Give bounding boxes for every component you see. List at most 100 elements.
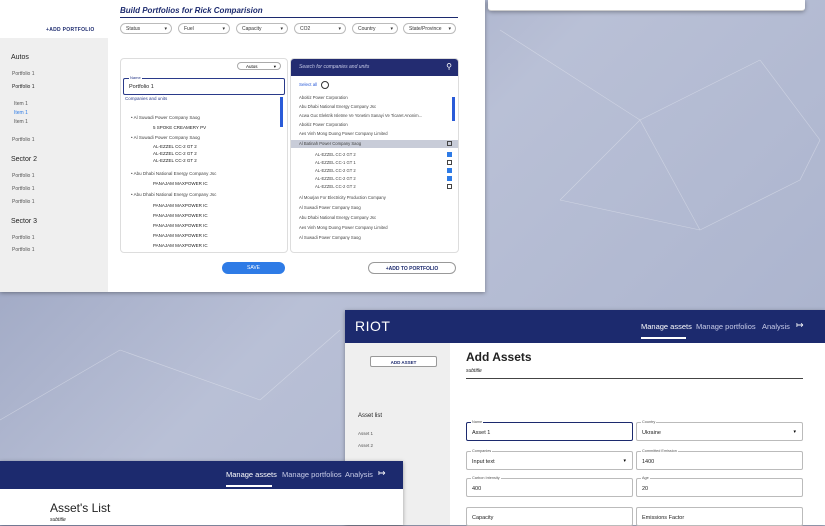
filter-capacity[interactable]: Capacity ▾ (236, 23, 288, 34)
company-row[interactable]: • Abu Dhabi National Energy Company Jsc (131, 192, 216, 197)
filter-status[interactable]: Status ▾ (120, 23, 172, 34)
checkbox-checked[interactable] (447, 168, 452, 173)
unit-row[interactable]: PANAJAM MAXPOWER IC (153, 243, 208, 248)
age-field[interactable]: Age 20 (636, 476, 803, 497)
sidebar-subitem-active[interactable]: Item 1 (14, 110, 28, 116)
select-all-radio[interactable] (321, 81, 329, 89)
committed-emission-field[interactable]: Committed Emission 1400 (636, 449, 803, 470)
search-icon[interactable]: ⚲ (446, 62, 452, 71)
unit-row[interactable]: 5 SPOKE CREAMERY PV (153, 125, 206, 130)
unit-row[interactable]: PANAJAM MAXPOWER IC (153, 223, 208, 228)
field-label: Committed Emission (641, 449, 678, 453)
sidebar-section-title: Sector 3 (11, 218, 38, 225)
unit-result-row[interactable]: AL-EZZEL CC-1 GT 1 (315, 160, 356, 165)
nav-manage-assets[interactable]: Manage assets (641, 322, 692, 331)
asset-list-item[interactable]: Asset 1 (358, 431, 373, 436)
filter-co2[interactable]: CO2 ▾ (294, 23, 346, 34)
unit-result-row[interactable]: AL-EZZEL CC-2 GT 2 (315, 168, 356, 173)
sector-select-value: Autos (246, 64, 258, 69)
checkbox[interactable] (447, 141, 452, 146)
add-to-portfolio-button[interactable]: +ADD TO PORTFOLIO (368, 262, 456, 274)
build-portfolios-window: Build Portfolios for Rick Comparision +A… (0, 0, 485, 292)
field-placeholder: Capacity (472, 515, 494, 521)
nav-manage-assets[interactable]: Manage assets (226, 470, 277, 479)
company-result-row[interactable]: Al Suwadi Power Company Saog (299, 205, 361, 210)
sector-select[interactable]: Autos ▾ (237, 62, 281, 70)
unit-row[interactable]: PANAJAM MAXPOWER IC (153, 213, 208, 218)
company-row[interactable]: • Al Suwadi Power Company Saog (131, 115, 200, 120)
company-result-row[interactable]: Al Mourjan For Electricity Production Co… (299, 195, 386, 200)
unit-row[interactable]: PANAJAM MAXPOWER IC (153, 181, 208, 186)
company-result-row[interactable]: Aboitiz Power Corporation (299, 122, 348, 127)
chevron-down-icon: ▾ (338, 26, 341, 32)
sidebar-item[interactable]: Portfolio 1 (12, 199, 35, 205)
field-label: Country (641, 420, 657, 424)
company-result-row[interactable]: Acwa Guc Elektrik Isletme Ve Yonetim San… (299, 113, 422, 118)
save-button[interactable]: SAVE (222, 262, 285, 274)
filter-fuel[interactable]: Fuel ▾ (178, 23, 230, 34)
add-asset-button[interactable]: ADD ASSET (370, 356, 437, 367)
nav-analysis[interactable]: Analysis (762, 322, 790, 331)
nav-manage-portfolios[interactable]: Manage portfolios (696, 322, 756, 331)
sidebar-item[interactable]: Portfolio 1 (12, 186, 35, 192)
company-result-row[interactable]: Aes Vinh Mong Duong Power Company Limite… (299, 131, 388, 136)
add-portfolio-button[interactable]: +ADD PORTFOLIO (46, 27, 95, 33)
unit-result-row[interactable]: AL-EZZEL CC-2 GT 2 (315, 176, 356, 181)
emissions-factor-field[interactable]: Emissions Factor (636, 507, 803, 526)
portfolio-name-field[interactable]: Name Portfolio 1 (123, 75, 285, 95)
checkbox[interactable] (447, 160, 452, 165)
sidebar-item[interactable]: Portfolio 1 (12, 173, 35, 179)
sidebar-subitem[interactable]: Item 1 (14, 119, 28, 125)
unit-row[interactable]: AL-EZZEL CC-2 GT 2 (153, 158, 197, 163)
company-row[interactable]: • Al Suwadi Power Company Saog (131, 135, 200, 140)
asset-list-title: Asset list (358, 413, 383, 419)
sidebar-subitem[interactable]: Item 1 (14, 101, 28, 107)
sidebar-item-selected[interactable]: Portfolio 1 (12, 84, 35, 90)
logout-icon[interactable]: ↦ (378, 468, 386, 479)
company-result-row[interactable]: Aes Vinh Mong Duong Power Company Limite… (299, 225, 388, 230)
sidebar-item[interactable]: Portfolio 1 (12, 247, 35, 253)
chevron-down-icon: ▾ (448, 26, 451, 32)
nav-manage-portfolios[interactable]: Manage portfolios (282, 470, 342, 479)
carbon-intensity-field[interactable]: Carbon Intensity 400 (466, 476, 633, 497)
checkbox-checked[interactable] (447, 152, 452, 157)
company-result-row[interactable]: Aboitiz Power Corporation (299, 95, 348, 100)
companies-select[interactable]: Companies Input text ▾ (466, 449, 633, 470)
country-select[interactable]: Country Ukraine ▾ (636, 420, 803, 441)
scrollbar[interactable] (452, 97, 455, 121)
unit-row[interactable]: PANAJAM MAXPOWER IC (153, 203, 208, 208)
search-header: Search for companies and units ⚲ (291, 59, 458, 76)
unit-row[interactable]: AL-EZZEL CC-2 GT 2 (153, 151, 197, 156)
filter-country[interactable]: Country ▾ (352, 23, 398, 34)
select-all-label[interactable]: Select all (299, 82, 317, 87)
field-value: Input text (472, 459, 495, 465)
logout-icon[interactable]: ↦ (796, 320, 804, 331)
capacity-field[interactable]: Capacity (466, 507, 633, 526)
sidebar-item[interactable]: Portfolio 1 (12, 235, 35, 241)
unit-result-row[interactable]: AL-EZZEL CC-2 GT 2 (315, 184, 356, 189)
unit-result-row[interactable]: AL-EZZEL CC-2 GT 2 (315, 152, 356, 157)
page-title: Build Portfolios for Rick Comparision (120, 6, 263, 15)
filter-label: Fuel (184, 26, 194, 32)
asset-list-item[interactable]: Asset 2 (358, 443, 373, 448)
sidebar-item[interactable]: Portfolio 1 (12, 137, 35, 143)
search-input[interactable]: Search for companies and units (299, 64, 369, 70)
sidebar-item[interactable]: Portfolio 1 (12, 71, 35, 77)
company-result-row[interactable]: Abu Dhabi National Energy Company Jsc (299, 215, 376, 220)
company-row[interactable]: • Abu Dhabi National Energy Company Jsc (131, 171, 216, 176)
chevron-down-icon: ▾ (390, 26, 393, 32)
top-navbar: Manage assets Manage portfolios Analysis… (0, 461, 403, 489)
company-result-row-highlighted[interactable]: Al Batinah Power Company Saog (291, 140, 458, 148)
unit-row[interactable]: PANAJAM MAXPOWER IC (153, 233, 208, 238)
company-result-row[interactable]: Abu Dhabi National Energy Company Jsc (299, 104, 376, 109)
app-logo[interactable]: RIOT (355, 318, 390, 334)
unit-row[interactable]: AL-EZZEL CC-2 GT 2 (153, 144, 197, 149)
sidebar-section-title: Sector 2 (11, 156, 38, 163)
filter-state-province[interactable]: State/Province ▾ (403, 23, 456, 34)
asset-name-field[interactable]: Name Asset 1 (466, 420, 633, 441)
checkbox[interactable] (447, 184, 452, 189)
company-result-row[interactable]: Al Suwadi Power Company Saog (299, 235, 361, 240)
scrollbar[interactable] (280, 97, 283, 127)
checkbox-checked[interactable] (447, 176, 452, 181)
nav-analysis[interactable]: Analysis (345, 470, 373, 479)
